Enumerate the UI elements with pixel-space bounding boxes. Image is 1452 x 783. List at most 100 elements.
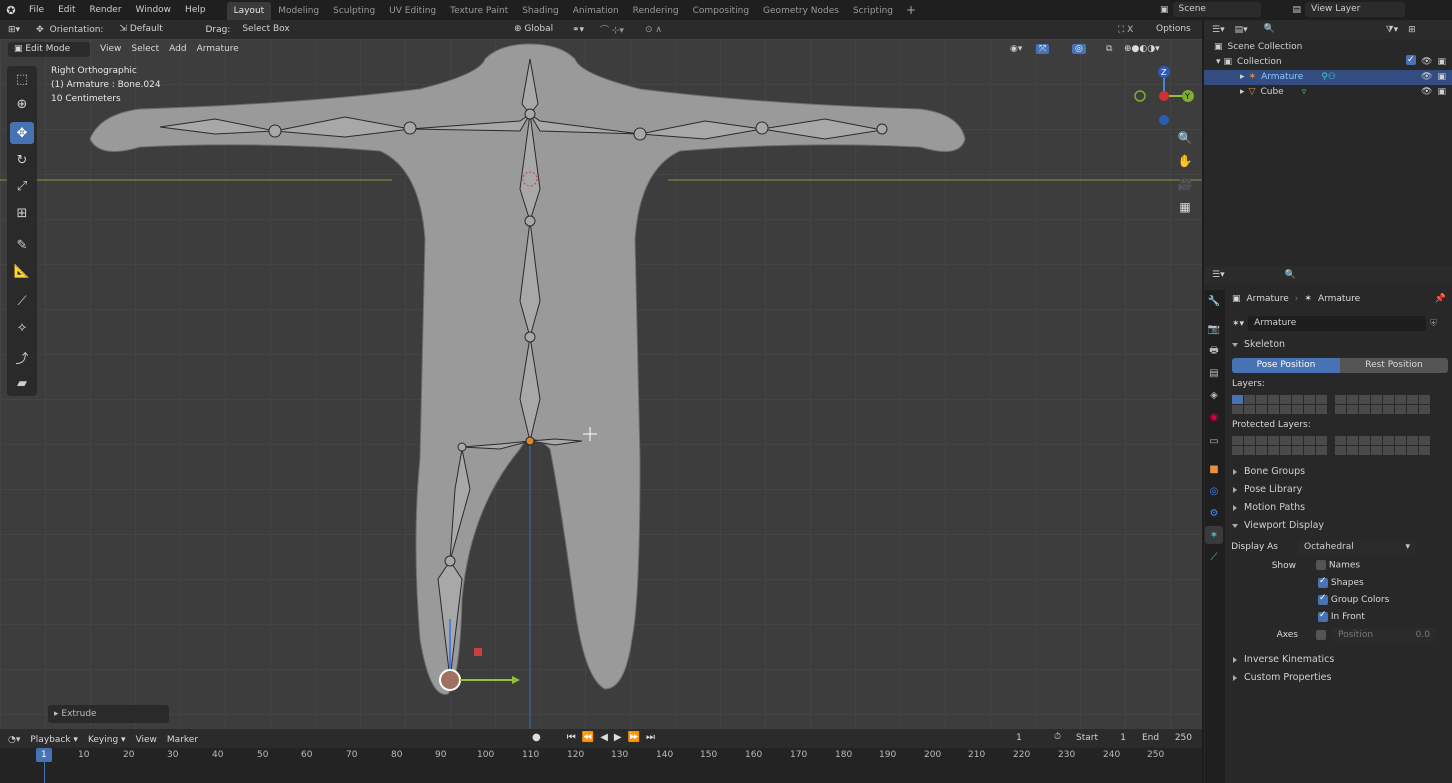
display-as-dropdown[interactable]: Octahedral ▾ bbox=[1298, 539, 1416, 555]
drag-dropdown[interactable]: Select Box bbox=[236, 22, 305, 37]
xray-icon[interactable]: ⧉ bbox=[1106, 44, 1112, 54]
outliner-item-armature[interactable]: ▸ ✶ Armature ⚲⚇ 👁 ▣ bbox=[1204, 70, 1452, 85]
menu-select[interactable]: Select bbox=[131, 44, 159, 54]
tab-geometry-nodes[interactable]: Geometry Nodes bbox=[756, 2, 846, 20]
tab-rendering[interactable]: Rendering bbox=[626, 2, 686, 20]
cursor-tool-icon[interactable]: ⊕ bbox=[10, 93, 34, 115]
current-frame-field[interactable]: 1 bbox=[991, 731, 1047, 746]
menu-view[interactable]: View bbox=[100, 44, 121, 54]
extrude-tool-icon[interactable]: ⤴ bbox=[10, 346, 34, 368]
world-tab-icon[interactable]: ◉ bbox=[1205, 408, 1223, 426]
collection-render-icon[interactable]: ▣ bbox=[1437, 55, 1446, 70]
physics-tab-icon[interactable]: ◎ bbox=[1205, 482, 1223, 500]
menu-file[interactable]: File bbox=[22, 0, 51, 20]
transform-tool-icon[interactable]: ⊞ bbox=[10, 202, 34, 224]
group-colors-checkbox[interactable]: Group Colors bbox=[1228, 591, 1452, 608]
axes-position-field[interactable]: Position 0.0 bbox=[1332, 627, 1436, 643]
armature-data-tab-icon[interactable]: ✶ bbox=[1205, 526, 1223, 544]
play-reverse-icon[interactable]: ◀ bbox=[600, 732, 608, 743]
inverse-kinematics-panel[interactable]: Inverse Kinematics bbox=[1228, 651, 1452, 669]
tab-shading[interactable]: Shading bbox=[515, 2, 566, 20]
jump-end-icon[interactable]: ⏭ bbox=[646, 732, 655, 743]
pose-position-button[interactable]: Pose Position bbox=[1232, 358, 1340, 373]
mode-dropdown[interactable]: ▣ Edit Mode bbox=[8, 41, 90, 57]
view-layer-field[interactable]: View Layer bbox=[1305, 2, 1406, 17]
armature-visibility-icon[interactable]: 👁 bbox=[1421, 70, 1432, 85]
outliner-collection[interactable]: ▾▣Collection👁▣ bbox=[1204, 53, 1452, 70]
collection-tab-icon[interactable]: ▭ bbox=[1205, 432, 1223, 450]
add-workspace-icon[interactable]: + bbox=[900, 3, 922, 17]
menu-edit[interactable]: Edit bbox=[51, 0, 82, 20]
last-operator-panel[interactable]: ▸ Extrude bbox=[48, 705, 169, 723]
properties-editor-icon[interactable]: ☰▾ bbox=[1212, 270, 1225, 280]
gizmo-toggle-icon[interactable]: ⤧ bbox=[1036, 44, 1050, 54]
rotate-tool-icon[interactable]: ↻ bbox=[10, 149, 34, 171]
transform-space-dropdown[interactable]: ⊕ Global bbox=[508, 22, 564, 37]
snap-icon[interactable]: ⌒ ⊹▾ bbox=[600, 23, 624, 36]
armature-name-field[interactable]: Armature bbox=[1248, 316, 1427, 331]
perspective-toggle-icon[interactable]: ▦ bbox=[1175, 197, 1195, 217]
xray-toggle-icon[interactable]: ⛶ X bbox=[1118, 25, 1133, 35]
output-tab-icon[interactable]: 🖶 bbox=[1205, 342, 1223, 360]
menu-timeline-view[interactable]: View bbox=[136, 735, 157, 745]
display-mode-icon[interactable]: ▤▾ bbox=[1235, 25, 1248, 35]
jump-start-icon[interactable]: ⏮ bbox=[567, 732, 576, 743]
outliner-item-cube[interactable]: ▸ ▽ Cube ▿ 👁 ▣ bbox=[1204, 85, 1452, 100]
select-box-tool-icon[interactable]: ⬚ bbox=[10, 68, 34, 90]
protected-layers-grid[interactable] bbox=[1228, 436, 1452, 455]
outliner-editor-icon[interactable]: ☰▾ bbox=[1212, 25, 1225, 35]
viewport-display-panel[interactable]: Viewport Display bbox=[1228, 517, 1452, 535]
menu-armature[interactable]: Armature bbox=[197, 44, 239, 54]
timeline-editor-icon[interactable]: ◔▾ bbox=[8, 735, 20, 745]
pose-library-panel[interactable]: Pose Library bbox=[1228, 481, 1452, 499]
tab-modeling[interactable]: Modeling bbox=[271, 2, 326, 20]
pin-icon[interactable]: 📌 bbox=[1435, 290, 1446, 308]
blender-logo-icon[interactable]: ✪ bbox=[0, 4, 22, 17]
move-tool-icon[interactable]: ✥ bbox=[10, 122, 34, 144]
tab-uv-editing[interactable]: UV Editing bbox=[382, 2, 443, 20]
options-dropdown[interactable]: Options bbox=[1150, 22, 1198, 37]
menu-add[interactable]: Add bbox=[169, 44, 186, 54]
3d-viewport[interactable] bbox=[0, 39, 1202, 729]
proportional-edit-icon[interactable]: ⊙ ∧ bbox=[645, 25, 662, 35]
orientation-dropdown[interactable]: ⇲ Default bbox=[113, 22, 190, 37]
layers-grid[interactable] bbox=[1228, 395, 1452, 414]
roll-tool-icon[interactable]: ⟋ bbox=[10, 290, 34, 312]
menu-keying[interactable]: Keying ▾ bbox=[88, 735, 126, 745]
editor-type-icon[interactable]: ⊞▾ bbox=[8, 25, 20, 35]
bone-tab-icon[interactable]: ⟋ bbox=[1205, 548, 1223, 566]
constraints-tab-icon[interactable]: ⚙ bbox=[1205, 504, 1223, 522]
annotate-tool-icon[interactable]: ✎ bbox=[10, 234, 34, 256]
properties-search[interactable]: 🔍 bbox=[1278, 267, 1361, 283]
in-front-checkbox[interactable]: In Front bbox=[1228, 608, 1452, 625]
camera-view-icon[interactable]: 🎥 bbox=[1175, 174, 1195, 194]
skeleton-panel[interactable]: Skeleton bbox=[1228, 336, 1452, 354]
rest-position-button[interactable]: Rest Position bbox=[1340, 358, 1448, 373]
tab-scripting[interactable]: Scripting bbox=[846, 2, 900, 20]
tab-texture-paint[interactable]: Texture Paint bbox=[443, 2, 515, 20]
data-block-icon[interactable]: ✶▾ bbox=[1232, 319, 1244, 329]
next-keyframe-icon[interactable]: ⏩ bbox=[628, 732, 640, 743]
cube-render-icon[interactable]: ▣ bbox=[1437, 85, 1446, 100]
new-collection-icon[interactable]: ⊞ bbox=[1408, 25, 1416, 35]
play-icon[interactable]: ▶ bbox=[614, 732, 622, 743]
outliner-search[interactable]: 🔍 bbox=[1257, 22, 1368, 37]
menu-marker[interactable]: Marker bbox=[167, 735, 198, 745]
armature-render-icon[interactable]: ▣ bbox=[1437, 70, 1446, 85]
view-layer-tab-icon[interactable]: ▤ bbox=[1205, 364, 1223, 382]
tab-sculpting[interactable]: Sculpting bbox=[326, 2, 382, 20]
tab-layout[interactable]: Layout bbox=[226, 1, 272, 20]
shading-modes-icon[interactable]: ⊕●◐◑▾ bbox=[1124, 44, 1160, 54]
names-checkbox[interactable]: Names bbox=[1316, 560, 1360, 571]
start-frame-field[interactable]: Start 1 bbox=[1070, 731, 1132, 746]
scene-tab-icon[interactable]: ◈ bbox=[1205, 386, 1223, 404]
menu-render[interactable]: Render bbox=[83, 0, 129, 20]
timeline-ruler[interactable]: 1 10 20 30 40 50 60 70 80 90 100 110 120 130 140 150 160… bbox=[0, 748, 1202, 783]
filter-icon[interactable]: ⧩▾ bbox=[1386, 25, 1399, 35]
outliner-scene-collection[interactable]: ▣ Scene Collection bbox=[1204, 40, 1452, 55]
pivot-icon[interactable]: ⚭▾ bbox=[572, 25, 584, 35]
menu-playback[interactable]: Playback ▾ bbox=[30, 735, 78, 745]
collection-exclude-checkbox[interactable] bbox=[1406, 53, 1417, 68]
bone-envelope-tool-icon[interactable]: ▰ bbox=[10, 372, 34, 394]
object-tab-icon[interactable]: ■ bbox=[1205, 460, 1223, 478]
